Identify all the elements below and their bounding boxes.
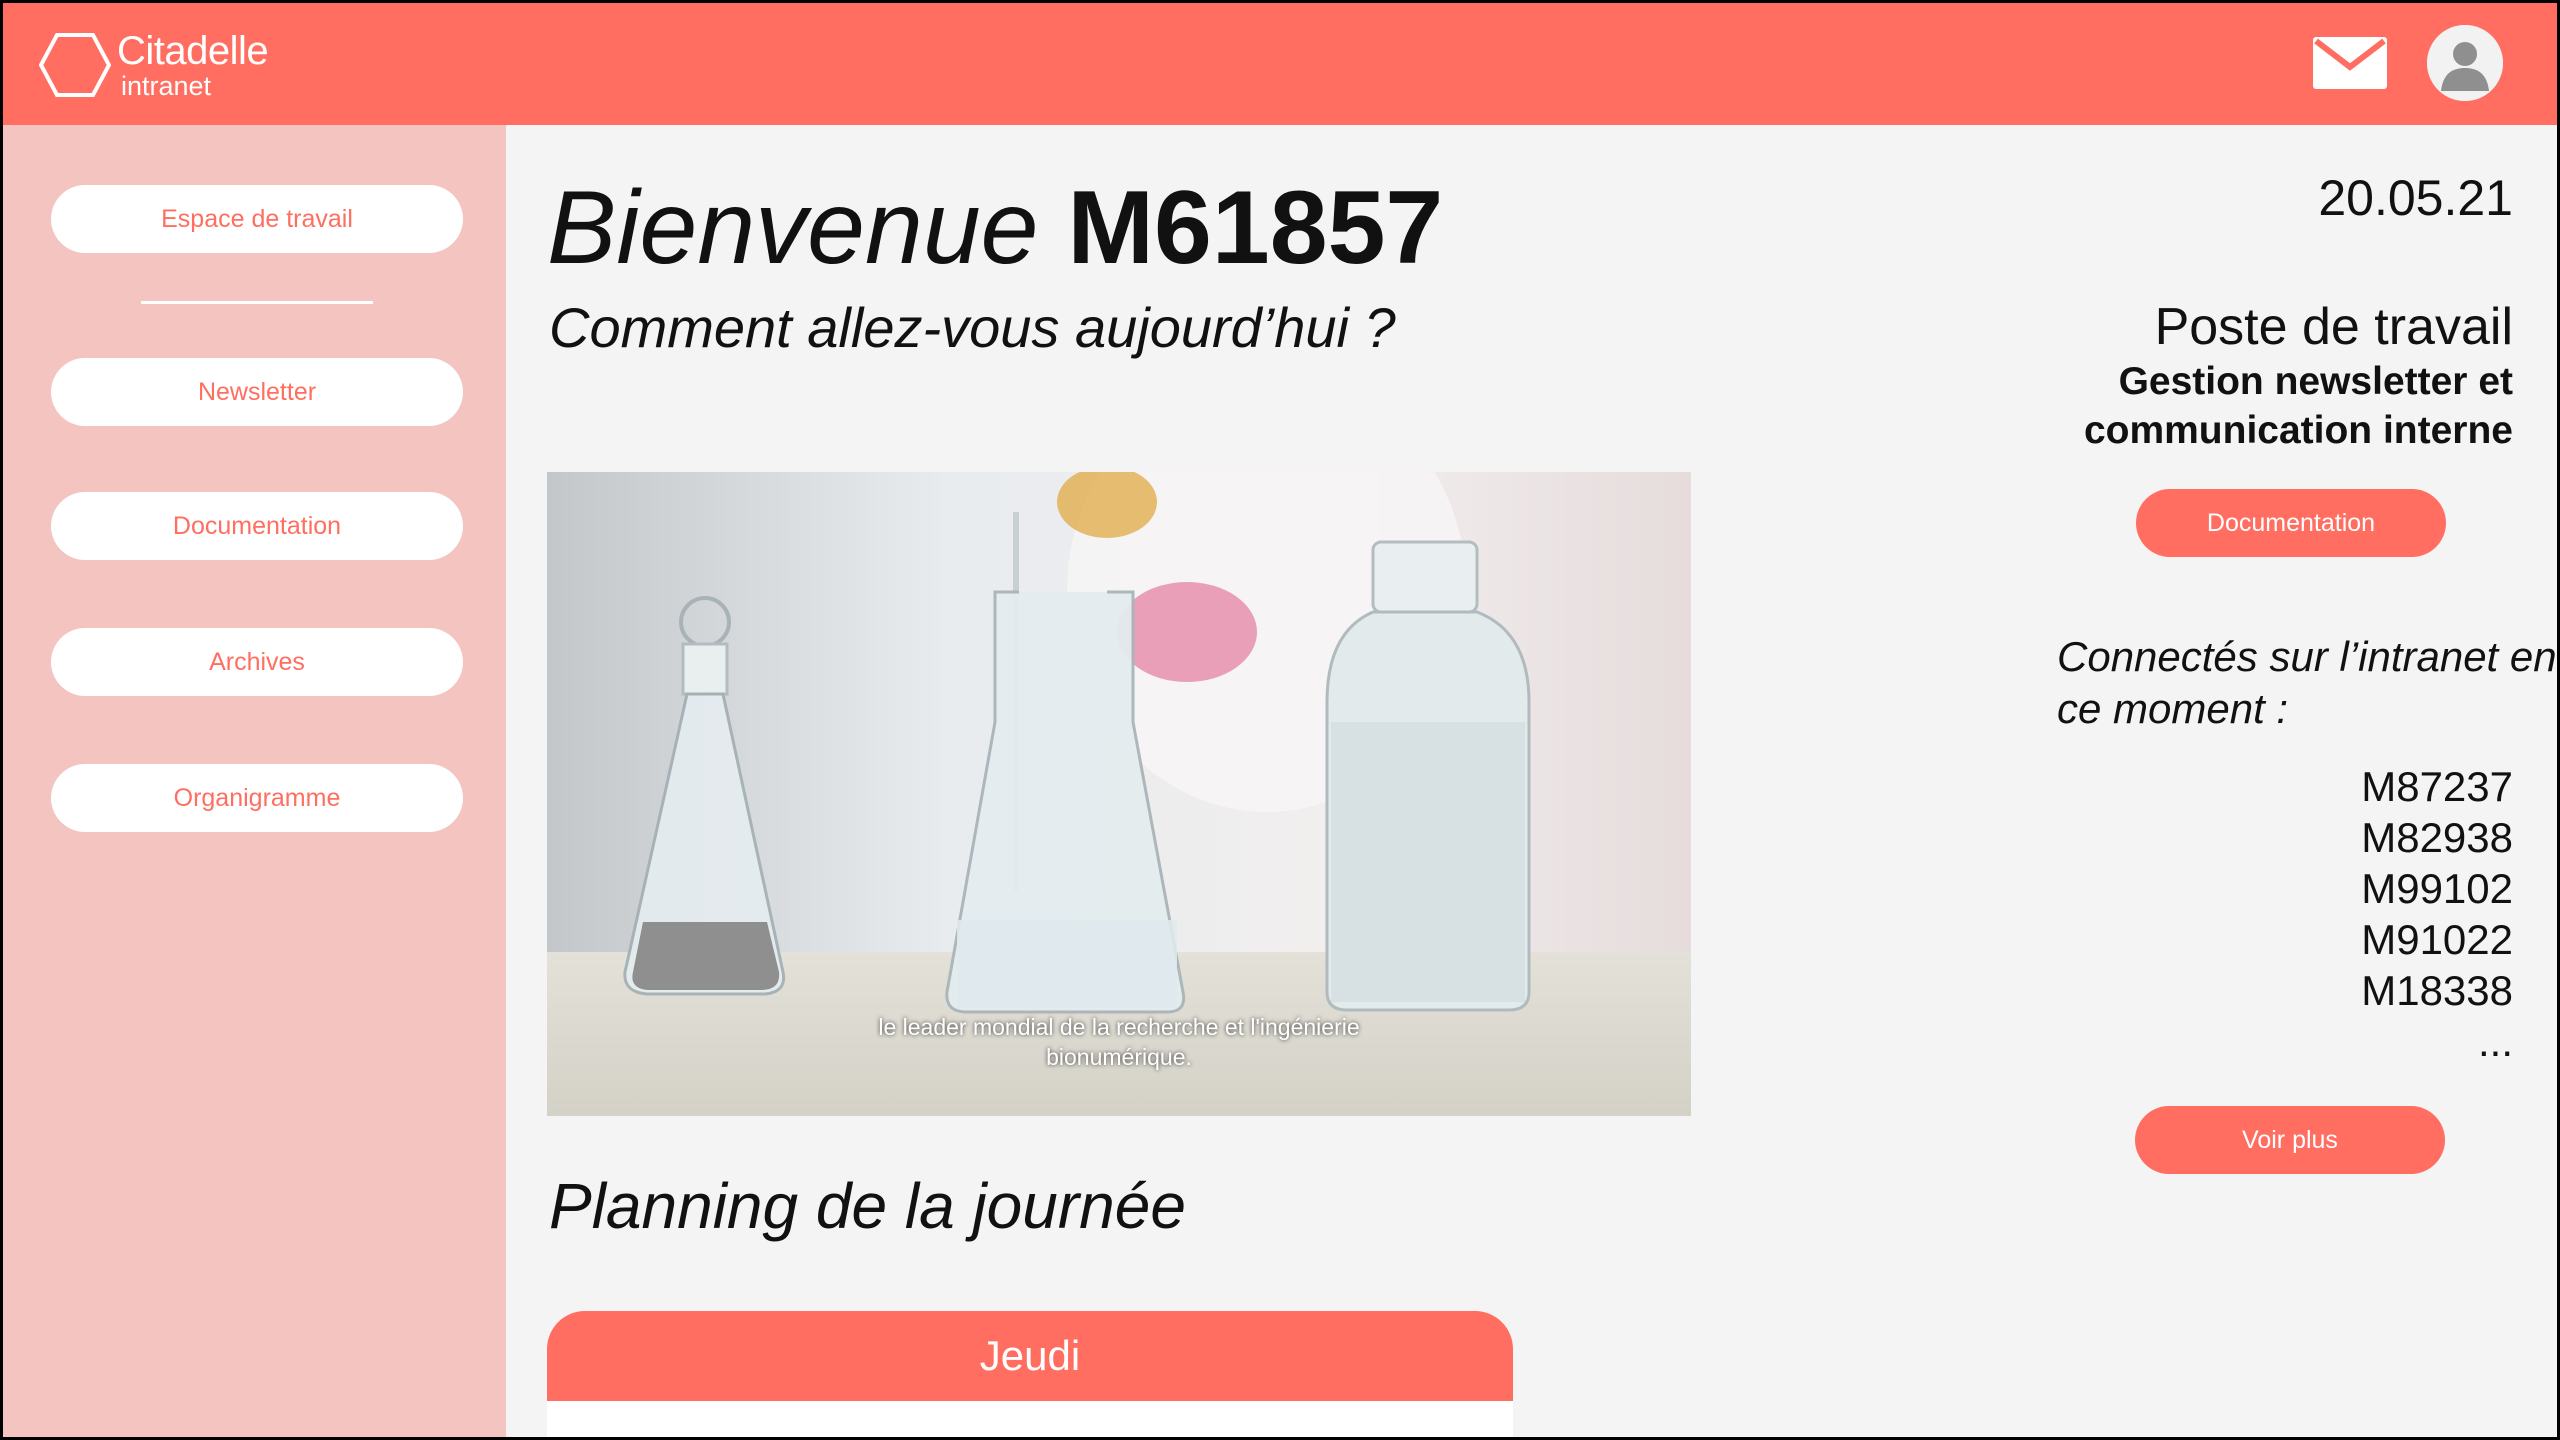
documentation-button[interactable]: Documentation (2136, 489, 2446, 557)
video-player[interactable]: le leader mondial de la recherche et l'i… (547, 472, 1691, 1116)
top-bar: Citadelle intranet (3, 3, 2557, 125)
see-more-button[interactable]: Voir plus (2135, 1106, 2445, 1174)
brand-name: Citadelle (117, 28, 269, 73)
post-value: Gestion newsletter et communication inte… (2083, 360, 2513, 452)
sidebar-item-archives[interactable]: Archives (51, 628, 463, 696)
user-avatar-icon[interactable] (2427, 25, 2503, 101)
video-caption-line-2: bionumérique. (1046, 1044, 1192, 1070)
connected-user: M18338 (2361, 967, 2513, 1014)
brand-subtitle: intranet (121, 70, 212, 101)
video-caption-line-1: le leader mondial de la recherche et l'i… (878, 1014, 1360, 1040)
sidebar-item-organigramme[interactable]: Organigramme (51, 764, 463, 832)
post-title: Poste de travail (2154, 298, 2513, 356)
user-id: M61857 (1067, 170, 1444, 286)
sidebar-divider (141, 301, 373, 304)
connected-users-list: M87237 M82938 M99102 M91022 M18338 ... (2361, 761, 2513, 1067)
connected-user: M82938 (2361, 814, 2513, 861)
connected-users-ellipsis: ... (2477, 1018, 2513, 1065)
current-date: 20.05.21 (2318, 170, 2513, 226)
welcome-heading: Bienvenue M61857 (547, 171, 1443, 285)
sidebar-item-documentation[interactable]: Documentation (51, 492, 463, 560)
connected-user: M91022 (2361, 916, 2513, 963)
day-planning-card: Jeudi (547, 1311, 1513, 1437)
app-window: Citadelle intranet Espace de travail New… (3, 3, 2557, 1437)
sidebar: Espace de travail Newsletter Documentati… (3, 125, 506, 1437)
welcome-word: Bienvenue (547, 170, 1039, 286)
logo[interactable]: Citadelle intranet (39, 28, 269, 101)
sidebar-item-espace-de-travail[interactable]: Espace de travail (51, 185, 463, 253)
connected-user: M99102 (2361, 865, 2513, 912)
connected-user: M87237 (2361, 763, 2513, 810)
hexagon-logo-icon (39, 33, 111, 97)
mail-icon[interactable] (2311, 35, 2389, 91)
sidebar-item-newsletter[interactable]: Newsletter (51, 358, 463, 426)
connected-users-label: Connectés sur l’intranet en ce moment : (2057, 633, 2557, 732)
day-header: Jeudi (547, 1311, 1513, 1401)
welcome-subtitle: Comment allez-vous aujourd’hui ? (549, 296, 1396, 359)
planning-title: Planning de la journée (549, 1170, 1186, 1242)
